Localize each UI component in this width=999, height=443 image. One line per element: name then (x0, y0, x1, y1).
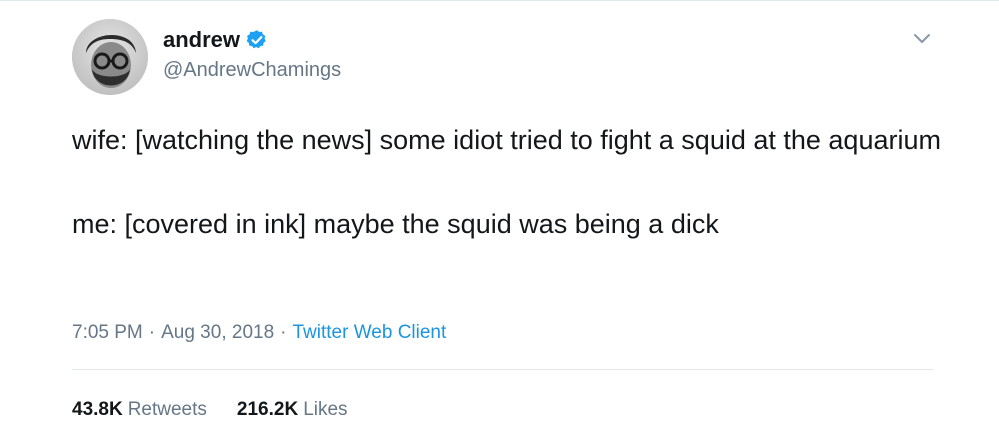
chevron-down-icon[interactable] (911, 28, 933, 50)
likes-count: 216.2K (236, 399, 299, 420)
meta-separator: · (280, 322, 287, 343)
divider (72, 369, 933, 370)
tweet-text-line-1: wife: [watching the news] some idiot tri… (72, 125, 941, 155)
author-handle[interactable]: @AndrewChamings (163, 58, 341, 82)
meta-separator: · (148, 322, 156, 343)
retweets-stat[interactable]: 43.8K Retweets (72, 398, 207, 422)
author-display-name[interactable]: andrew (163, 27, 240, 53)
avatar-image (72, 19, 148, 95)
likes-label: Likes (303, 399, 348, 420)
tweet-time[interactable]: 7:05 PM (72, 322, 143, 343)
retweets-count: 43.8K (72, 399, 123, 420)
tweet-text-line-2: me: [covered in ink] maybe the squid was… (72, 209, 719, 239)
tweet-date[interactable]: Aug 30, 2018 (161, 322, 274, 343)
author-name-row: andrew (163, 27, 268, 53)
avatar[interactable] (72, 19, 148, 95)
tweet-metadata: 7:05 PM · Aug 30, 2018 · Twitter Web Client (72, 321, 446, 345)
tweet-stats: 43.8K Retweets 216.2K Likes (72, 398, 348, 422)
retweets-label: Retweets (127, 399, 207, 420)
likes-stat[interactable]: 216.2K Likes (237, 398, 348, 422)
verified-badge-icon (246, 29, 268, 51)
tweet-source-link[interactable]: Twitter Web Client (292, 322, 446, 343)
tweet-text: wife: [watching the news] some idiot tri… (72, 119, 952, 245)
tweet-card: andrew @AndrewChamings wife: [watching t… (0, 0, 999, 443)
